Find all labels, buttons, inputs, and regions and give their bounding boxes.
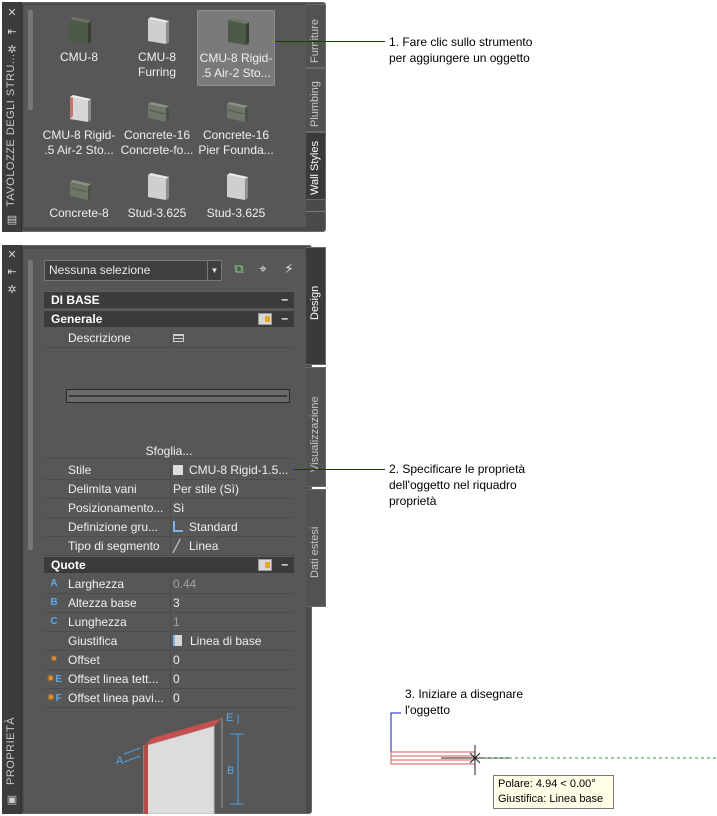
style-preview-area — [44, 347, 294, 459]
close-icon[interactable]: ✕ — [6, 7, 18, 19]
callout-2: 2. Specificare le proprietà dell'oggetto… — [389, 462, 526, 508]
wall-concrete-icon — [70, 180, 91, 200]
tab-stack-edge — [306, 200, 326, 212]
selection-dropdown[interactable]: Nessuna selezione ▼ — [44, 260, 222, 281]
wall-furring-icon — [148, 17, 169, 44]
line-segment-icon: ╱ — [173, 539, 181, 553]
tool-cmu-8-furring[interactable]: CMU-8 Furring — [118, 10, 196, 86]
tab-furniture[interactable]: Furniture — [306, 4, 326, 68]
tab-wall-styles[interactable]: Wall Styles — [306, 132, 326, 200]
wall-cmu-icon — [228, 18, 249, 45]
collapse-icon[interactable]: – — [281, 556, 288, 573]
callout-1-line — [275, 41, 385, 42]
wall-stud-icon — [148, 173, 169, 200]
close-icon[interactable]: ✕ — [6, 249, 18, 261]
tool-cmu-8-rigid-selected[interactable]: CMU-8 Rigid- .5 Air-2 Sto... — [197, 10, 275, 86]
tool-stud-3-625-b[interactable]: Stud-3.625 — [197, 166, 275, 242]
tool-palette-scrollbar[interactable] — [28, 10, 33, 110]
add-selection-icon[interactable]: ⧉ — [230, 261, 248, 279]
cursor-tooltip: Polare: 4.94 < 0.00° Giustifica: Linea b… — [493, 775, 614, 809]
row-descrizione[interactable]: Descrizione — [44, 329, 294, 348]
tool-stud-3-625[interactable]: Stud-3.625 — [118, 166, 196, 242]
row-lunghezza[interactable]: C Lunghezza 1 — [44, 613, 294, 632]
settings-icon[interactable]: ✲ — [6, 284, 18, 296]
collapse-icon[interactable]: – — [281, 310, 288, 327]
palette-menu-icon[interactable]: ▤ — [6, 214, 18, 226]
grid-definition-icon — [173, 521, 183, 532]
callout-1: 1. Fare clic sullo strumento per aggiung… — [389, 35, 533, 65]
tool-cmu-8-rigid[interactable]: CMU-8 Rigid- .5 Air-2 Sto... — [40, 88, 118, 164]
tool-concrete-16-footing[interactable]: Concrete-16 Concrete-fo... — [118, 88, 196, 164]
select-objects-icon[interactable]: ⌖ — [254, 261, 272, 279]
diagram-label-b: B — [227, 765, 234, 777]
wall-cmu-icon — [70, 17, 91, 44]
collapse-icon[interactable]: – — [281, 291, 288, 308]
dimension-diagram: A B E — [116, 712, 244, 814]
diagram-label-e: E — [226, 712, 233, 724]
offset-icon: ✷ — [49, 654, 59, 665]
tab-design[interactable]: Design — [306, 247, 326, 365]
wall-concrete-icon — [148, 102, 169, 122]
tab-dati-estesi[interactable]: Dati estesi — [306, 489, 326, 607]
chevron-down-icon: ▼ — [207, 261, 221, 280]
wall-concrete-icon — [227, 102, 248, 122]
section-quote[interactable]: Quote – — [44, 556, 294, 573]
diagram-label-a: A — [116, 755, 124, 767]
row-larghezza[interactable]: A Larghezza 0.44 — [44, 575, 294, 594]
autohide-icon[interactable]: ⇤ — [6, 26, 18, 38]
row-offset-linea-tetto[interactable]: ✷E Offset linea tett... 0 — [44, 670, 294, 689]
tool-cmu-8[interactable]: CMU-8 — [40, 10, 118, 86]
tool-palette-titlebar[interactable]: ✕ ⇤ ✲ TAVOLOZZE DEGLI STRU... ▤ — [2, 2, 22, 232]
row-giustifica[interactable]: Giustifica Linea di base — [44, 632, 294, 651]
section-di-base[interactable]: DI BASE – — [44, 291, 294, 308]
row-offset[interactable]: ✷ Offset 0 — [44, 651, 294, 670]
row-posizionamento[interactable]: Posizionamento... Sì — [44, 499, 294, 518]
row-tipo-segmento[interactable]: Tipo di segmento ╱ Linea — [44, 537, 294, 556]
tab-plumbing[interactable]: Plumbing — [306, 68, 326, 132]
section-settings-icon[interactable] — [258, 313, 272, 325]
row-stile[interactable]: Stile CMU-8 Rigid-1.5... — [44, 461, 294, 480]
row-offset-linea-pavimento[interactable]: ✷F Offset linea pavi... 0 — [44, 689, 294, 708]
description-edit-icon[interactable] — [173, 334, 184, 342]
row-definizione[interactable]: Definizione gru... Standard — [44, 518, 294, 537]
wall-stud-icon — [227, 173, 248, 200]
quick-properties-icon[interactable]: ▣ — [6, 794, 18, 806]
row-delimita-vani[interactable]: Delimita vani Per stile (Sì) — [44, 480, 294, 499]
tool-concrete-16-pier[interactable]: Concrete-16 Pier Founda... — [197, 88, 275, 164]
autohide-icon[interactable]: ⇤ — [6, 266, 18, 278]
callout-2-line — [293, 469, 385, 470]
wall-style-preview — [66, 389, 290, 403]
properties-titlebar[interactable]: ✕ ⇤ ✲ PROPRIETÀ ▣ — [2, 245, 22, 814]
quick-select-icon[interactable]: ⚡ — [280, 261, 298, 279]
tool-concrete-8[interactable]: Concrete-8 — [40, 166, 118, 242]
wall-style-icon — [173, 465, 183, 475]
justify-icon — [173, 635, 182, 646]
offset-icon: ✷ — [46, 691, 56, 704]
offset-icon: ✷ — [46, 672, 56, 685]
section-settings-icon[interactable] — [258, 559, 272, 571]
wall-rigid-icon — [70, 95, 91, 122]
drawing-canvas[interactable] — [385, 705, 717, 775]
browse-button[interactable]: Sfoglia... — [44, 444, 294, 458]
row-altezza-base[interactable]: B Altezza base 3 — [44, 594, 294, 613]
tool-palette-title: TAVOLOZZE DEGLI STRU... — [5, 53, 17, 207]
section-generale[interactable]: Generale – — [44, 310, 294, 327]
properties-scrollbar[interactable] — [28, 260, 33, 550]
properties-title: PROPRIETÀ — [5, 716, 17, 785]
